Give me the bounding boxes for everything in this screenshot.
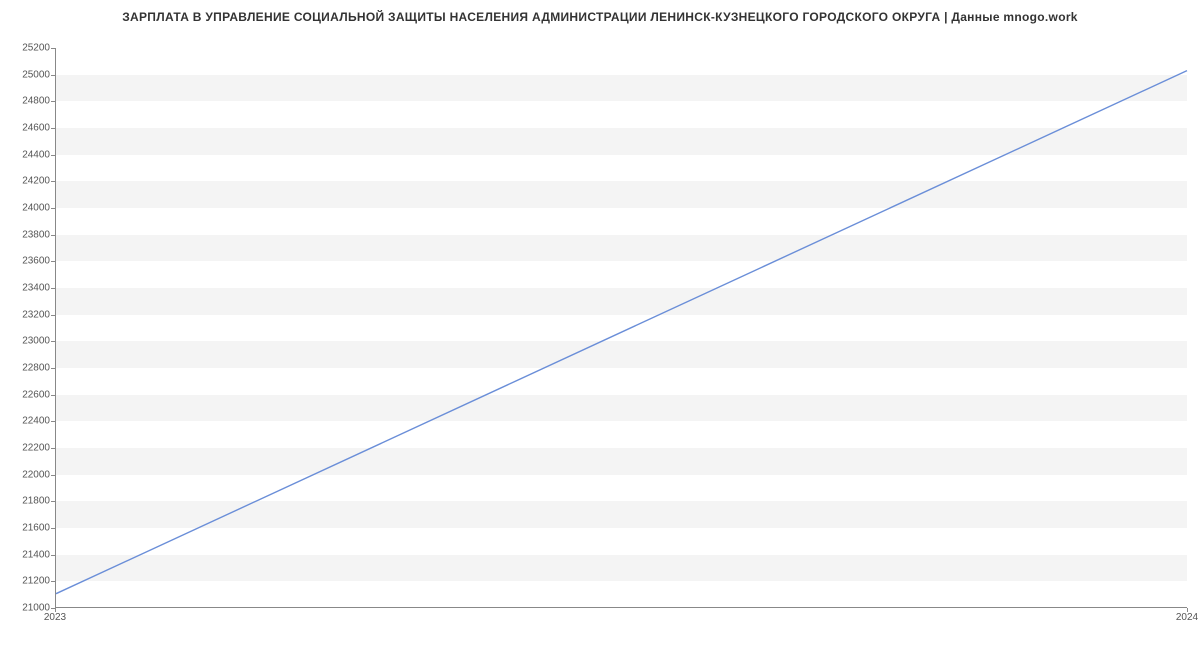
y-tick-mark [51, 341, 55, 342]
y-tick-mark [51, 421, 55, 422]
plot-area [55, 48, 1187, 608]
y-tick-label: 22200 [5, 443, 50, 454]
x-tick-label: 2024 [1176, 612, 1198, 623]
y-tick-label: 24800 [5, 96, 50, 107]
y-tick-label: 25000 [5, 69, 50, 80]
y-tick-label: 21600 [5, 523, 50, 534]
y-tick-mark [51, 208, 55, 209]
y-tick-label: 24200 [5, 176, 50, 187]
y-tick-mark [51, 155, 55, 156]
x-tick-mark [55, 608, 56, 612]
y-tick-mark [51, 475, 55, 476]
y-tick-label: 23800 [5, 229, 50, 240]
y-tick-label: 24000 [5, 203, 50, 214]
y-tick-mark [51, 181, 55, 182]
y-tick-label: 24400 [5, 149, 50, 160]
data-line [56, 71, 1187, 594]
chart-title: ЗАРПЛАТА В УПРАВЛЕНИЕ СОЦИАЛЬНОЙ ЗАЩИТЫ … [0, 0, 1200, 30]
y-tick-label: 21800 [5, 496, 50, 507]
chart-line-svg [56, 48, 1187, 607]
y-tick-mark [51, 395, 55, 396]
y-tick-mark [51, 48, 55, 49]
y-tick-label: 21400 [5, 549, 50, 560]
y-tick-mark [51, 261, 55, 262]
y-tick-mark [51, 448, 55, 449]
y-tick-label: 21200 [5, 576, 50, 587]
y-tick-label: 22800 [5, 363, 50, 374]
y-tick-mark [51, 288, 55, 289]
y-tick-label: 23000 [5, 336, 50, 347]
y-tick-label: 22400 [5, 416, 50, 427]
y-tick-label: 24600 [5, 123, 50, 134]
x-tick-mark [1187, 608, 1188, 612]
y-tick-label: 22000 [5, 469, 50, 480]
y-tick-label: 25200 [5, 43, 50, 54]
y-tick-label: 22600 [5, 389, 50, 400]
y-tick-mark [51, 368, 55, 369]
y-tick-label: 23400 [5, 283, 50, 294]
chart-container: 2100021200214002160021800220002220022400… [0, 30, 1200, 640]
y-tick-mark [51, 235, 55, 236]
y-tick-label: 23600 [5, 256, 50, 267]
y-tick-mark [51, 315, 55, 316]
x-tick-label: 2023 [44, 612, 66, 623]
y-tick-mark [51, 528, 55, 529]
y-tick-mark [51, 128, 55, 129]
y-tick-mark [51, 75, 55, 76]
y-tick-label: 23200 [5, 309, 50, 320]
y-tick-mark [51, 501, 55, 502]
y-tick-mark [51, 555, 55, 556]
y-tick-mark [51, 581, 55, 582]
y-tick-mark [51, 101, 55, 102]
